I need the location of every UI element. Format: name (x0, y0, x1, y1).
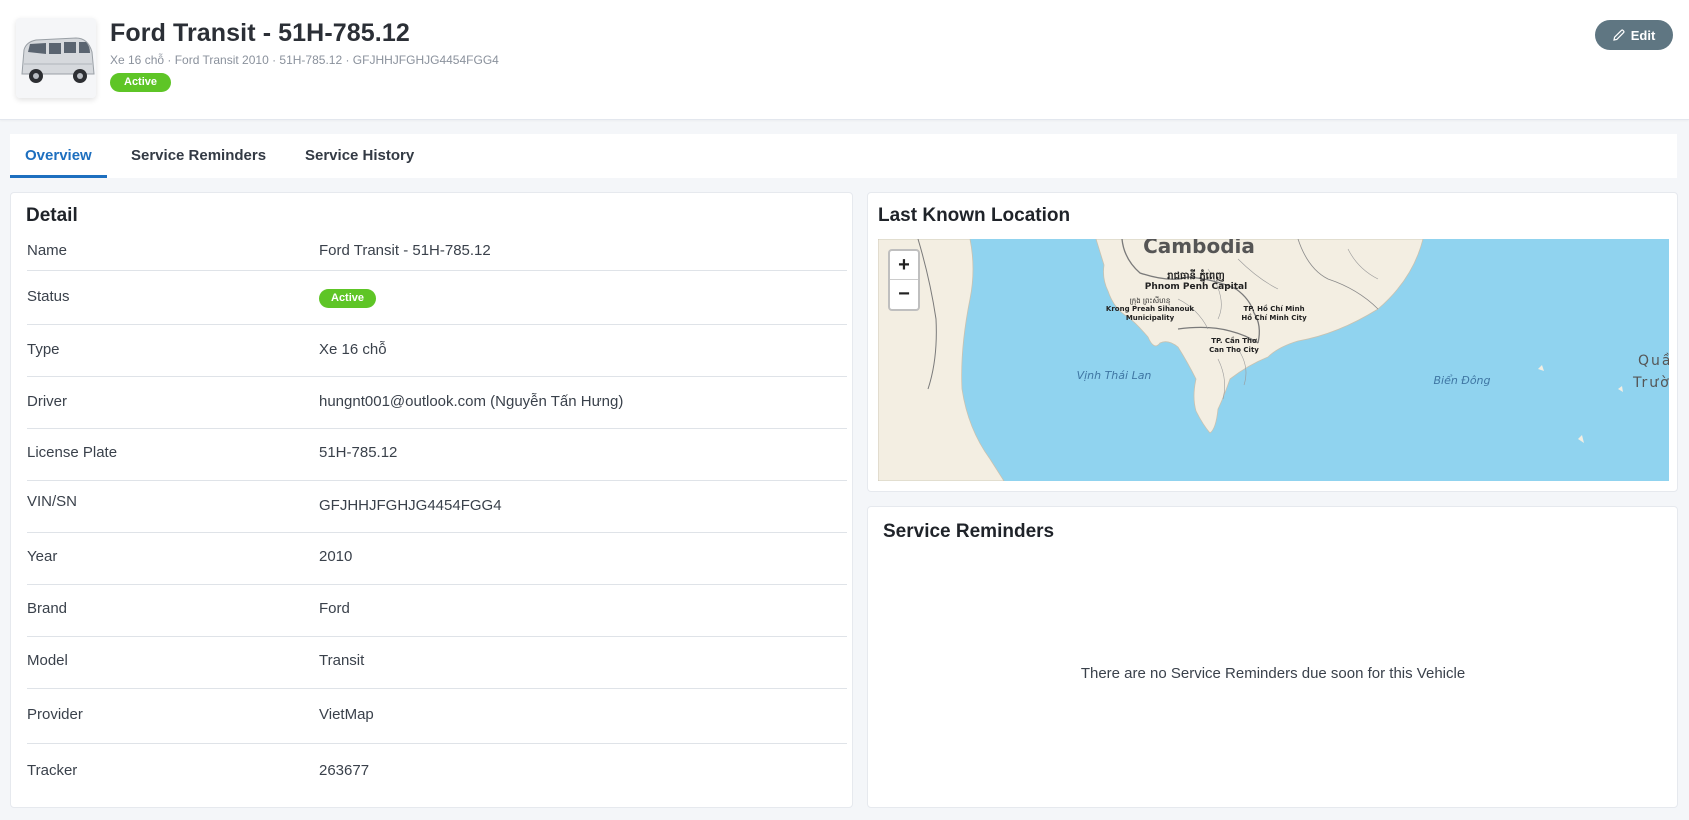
detail-label: Provider (27, 706, 83, 723)
vehicle-thumbnail (16, 18, 96, 98)
map-label-islands: Quần (1638, 353, 1669, 369)
detail-label: Type (27, 341, 60, 358)
detail-label: Tracker (27, 762, 78, 779)
map-label-hcm-2: Hồ Chí Minh City (1241, 314, 1307, 322)
empty-state-message: There are no Service Reminders due soon … (1080, 665, 1466, 682)
detail-row-provider: Provider VietMap (27, 689, 847, 744)
map-label-sihanouk: Krong Preah Sihanouk (1106, 305, 1195, 313)
map-label-cantho-2: Can Tho City (1209, 346, 1259, 354)
detail-value: VietMap (319, 706, 374, 723)
detail-label: Driver (27, 393, 67, 410)
detail-label: Model (27, 652, 68, 669)
status-badge: Active (110, 73, 172, 92)
detail-value: Ford (319, 600, 350, 617)
detail-row-brand: Brand Ford (27, 585, 847, 637)
map-label-country: Cambodia (1143, 239, 1255, 258)
map-label-capital-khmer: រាជធានី ភ្នំពេញ (1167, 269, 1224, 282)
service-reminders-card: Service Reminders There are no Service R… (867, 506, 1678, 808)
map-image: Cambodia រាជធានី ភ្នំពេញ Phnom Penh Capi… (878, 239, 1669, 481)
detail-value: 263677 (319, 762, 370, 779)
detail-row-model: Model Transit (27, 637, 847, 689)
detail-value: GFJHHJFGHJG4454FGG4 (319, 497, 502, 514)
detail-title: Detail (26, 205, 78, 226)
detail-row-tracker: Tracker 263677 (27, 744, 847, 800)
detail-label: VIN/SN (27, 493, 78, 510)
detail-label: Status (27, 288, 70, 305)
map-label-hcm: TP. Hồ Chí Minh (1243, 305, 1304, 313)
map-label-gulf: Vịnh Thái Lan (1077, 369, 1152, 382)
detail-row-status: Status Active (27, 271, 847, 325)
location-card: Last Known Location Cambodia រាជធានី ភ្ន… (867, 192, 1678, 492)
location-title: Last Known Location (878, 205, 1071, 226)
map-label-east-sea: Biển Đông (1433, 374, 1490, 387)
map-label-sihanouk-2: Municipality (1126, 314, 1175, 322)
detail-value: hungnt001@outlook.com (Nguyễn Tấn Hưng) (319, 393, 624, 410)
edit-button[interactable]: Edit (1595, 20, 1673, 50)
map-label-cantho: TP. Cần Thơ (1211, 337, 1257, 345)
map-zoom-control: + − (888, 249, 920, 311)
page-title: Ford Transit - 51H-785.12 (110, 19, 410, 47)
detail-value: 51H-785.12 (319, 444, 398, 461)
pencil-icon (1612, 29, 1625, 41)
zoom-in-button[interactable]: + (890, 251, 918, 280)
zoom-out-button[interactable]: − (890, 280, 918, 309)
detail-value: Xe 16 chỗ (319, 341, 387, 358)
edit-button-label: Edit (1630, 27, 1656, 43)
detail-label: License Plate (27, 444, 118, 461)
tab-service-history[interactable]: Service History (305, 134, 414, 178)
detail-row-year: Year 2010 (27, 533, 847, 585)
detail-row-name: Name Ford Transit - 51H-785.12 (27, 227, 847, 271)
tab-overview[interactable]: Overview (10, 134, 107, 178)
detail-value: 2010 (319, 548, 353, 565)
detail-label: Brand (27, 600, 68, 617)
detail-card: Detail Name Ford Transit - 51H-785.12 St… (10, 192, 853, 808)
tab-bar: Overview Service Reminders Service Histo… (10, 134, 1677, 178)
detail-label: Name (27, 242, 68, 259)
status-badge: Active (319, 289, 377, 308)
detail-row-driver: Driver hungnt001@outlook.com (Nguyễn Tấn… (27, 377, 847, 429)
detail-row-type: Type Xe 16 chỗ (27, 325, 847, 377)
map-label-islands-2: Trườn (1632, 375, 1669, 391)
map-label-capital: Phnom Penh Capital (1145, 282, 1247, 292)
detail-value: Transit (319, 652, 365, 669)
vehicle-header: Ford Transit - 51H-785.12 Xe 16 chỗ · Fo… (0, 0, 1689, 120)
detail-row-vin: VIN/SN GFJHHJFGHJG4454FGG4 (27, 481, 847, 533)
tab-service-reminders[interactable]: Service Reminders (131, 134, 266, 178)
detail-value: Ford Transit - 51H-785.12 (319, 242, 491, 259)
vehicle-summary: Xe 16 chỗ · Ford Transit 2010 · 51H-785.… (110, 53, 499, 67)
detail-label: Year (27, 548, 58, 565)
map-view[interactable]: Cambodia រាជធានី ភ្នំពេញ Phnom Penh Capi… (878, 239, 1669, 481)
detail-row-license-plate: License Plate 51H-785.12 (27, 429, 847, 481)
service-reminders-title: Service Reminders (883, 521, 1055, 542)
